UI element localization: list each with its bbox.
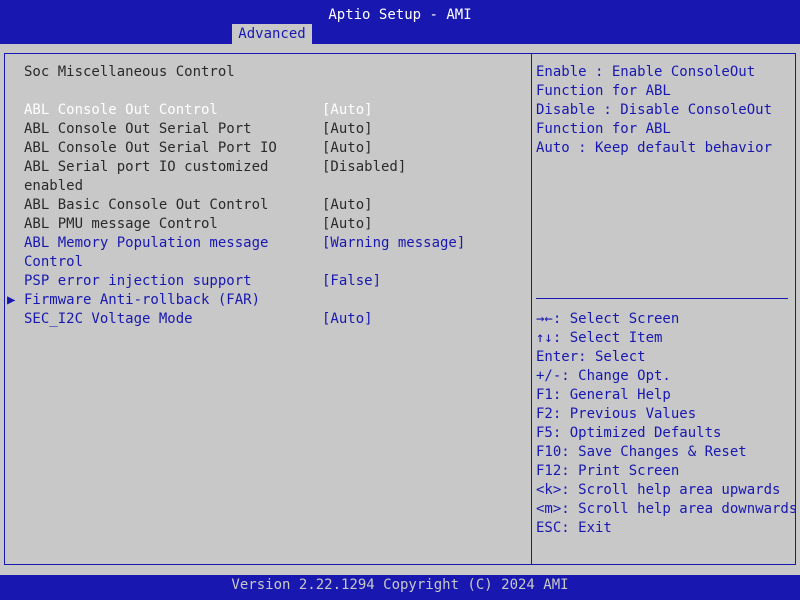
help-line: Function for ABL	[536, 83, 671, 99]
key-hint: →←: Select Screen	[536, 311, 680, 327]
tab-advanced[interactable]: Advanced	[232, 24, 312, 44]
key-hint: <k>: Scroll help area upwards	[536, 482, 781, 498]
setting-label: SEC_I2C Voltage Mode	[24, 311, 193, 327]
key-hint: F5: Optimized Defaults	[536, 425, 722, 441]
help-line: Disable : Disable ConsoleOut	[536, 102, 773, 118]
key-hint: Enter: Select	[536, 349, 646, 365]
setting-value[interactable]: [Auto]	[322, 120, 373, 139]
setting-value[interactable]: [Disabled]	[322, 158, 406, 177]
setting-label: ABL PMU message Control	[24, 216, 218, 232]
key-hint: F1: General Help	[536, 387, 671, 403]
setting-label: ABL Console Out Serial Port IO	[24, 140, 277, 156]
setting-label: ABL Console Out Serial Port	[24, 121, 252, 137]
setting-value[interactable]: [Auto]	[322, 101, 373, 120]
setting-value[interactable]: [Auto]	[322, 215, 373, 234]
setting-value[interactable]: [False]	[322, 272, 381, 291]
key-hint: F2: Previous Values	[536, 406, 697, 422]
version-text: Version 2.22.1294 Copyright (C) 2024 AMI	[231, 577, 569, 593]
vertical-divider	[531, 53, 532, 565]
setting-label: ABL Serial port IO customized	[24, 159, 269, 175]
window-title: Aptio Setup - AMI	[328, 7, 472, 23]
help-line: Function for ABL	[536, 121, 671, 137]
setting-label-continued: enabled	[24, 178, 84, 194]
setting-label: ABL Memory Population message	[24, 235, 269, 251]
submenu-arrow-icon: ▶	[7, 292, 16, 308]
help-line: Auto : Keep default behavior	[536, 140, 773, 156]
key-hint: F10: Save Changes & Reset	[536, 444, 747, 460]
setting-label: PSP error injection support	[24, 273, 252, 289]
page-heading: Soc Miscellaneous Control	[24, 64, 235, 80]
setting-label: ABL Console Out Control	[24, 102, 218, 118]
setting-label-continued: Control	[24, 254, 84, 270]
setting-sec-i2c-voltage-mode[interactable]: SEC_I2C Voltage Mode [Auto]	[24, 310, 373, 367]
setting-value[interactable]: [Auto]	[322, 310, 373, 329]
help-divider	[536, 298, 788, 299]
setting-value[interactable]: [Auto]	[322, 196, 373, 215]
key-hint: F12: Print Screen	[536, 463, 680, 479]
setting-value[interactable]: [Auto]	[322, 139, 373, 158]
key-hint: ↑↓: Select Item	[536, 330, 663, 346]
setting-value[interactable]: [Warning message]	[322, 234, 465, 253]
help-line: Enable : Enable ConsoleOut	[536, 64, 756, 80]
setting-label: Firmware Anti-rollback (FAR)	[24, 292, 261, 308]
key-hint: ESC: Exit	[536, 520, 612, 536]
setting-label: ABL Basic Console Out Control	[24, 197, 269, 213]
key-hint: +/-: Change Opt.	[536, 368, 671, 384]
key-hint: <m>: Scroll help area downwards	[536, 501, 798, 517]
